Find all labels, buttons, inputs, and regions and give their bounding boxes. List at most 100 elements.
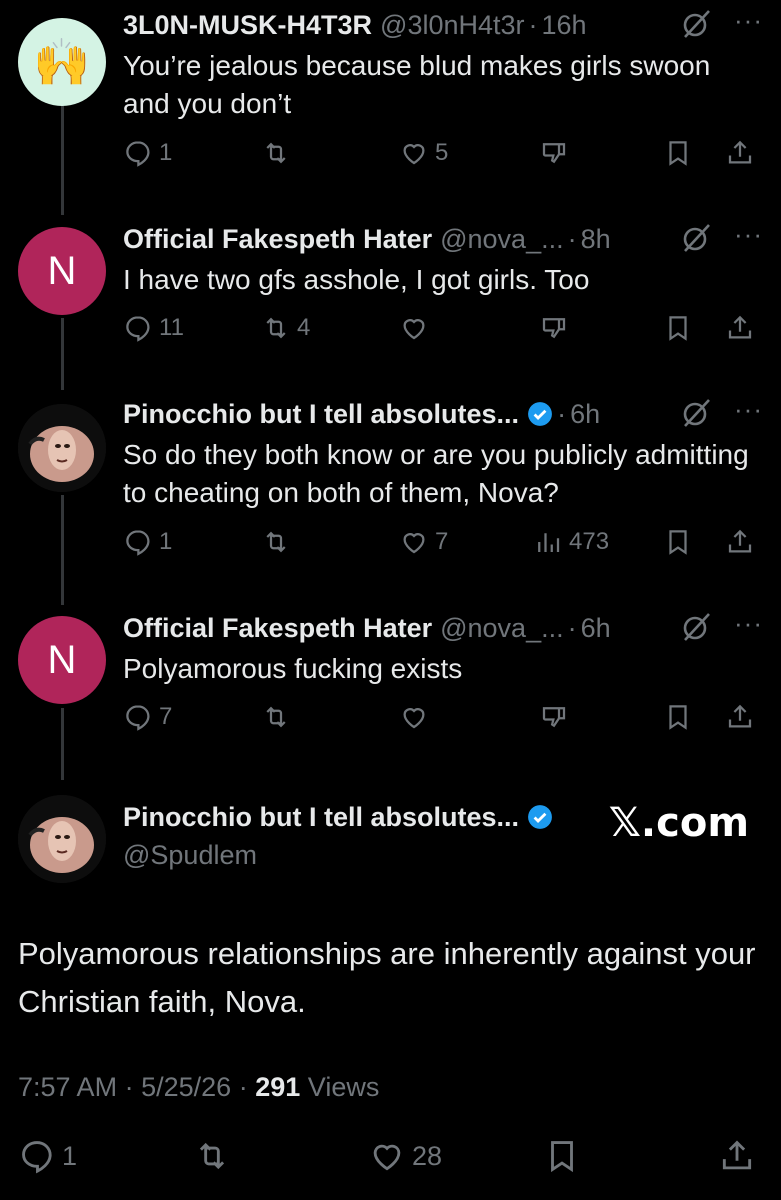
share-button[interactable] [725, 527, 755, 557]
repost-button[interactable] [261, 702, 291, 732]
thread-line [61, 318, 64, 390]
main-tweet-actions: 1 28 [18, 1137, 763, 1181]
dislike-button[interactable] [539, 138, 569, 168]
bookmark-button[interactable] [663, 138, 693, 168]
repost-button[interactable] [261, 138, 291, 168]
like-button[interactable] [399, 313, 429, 343]
timestamp[interactable]: 8h [581, 224, 611, 255]
avatar[interactable]: N [18, 616, 106, 704]
reply-icon [22, 1141, 52, 1174]
bookmark-button[interactable] [663, 702, 693, 732]
separator: · [528, 9, 538, 40]
repost-icon [266, 142, 286, 164]
share-icon [728, 140, 752, 164]
bookmark-icon [669, 141, 687, 166]
bookmark-icon [669, 316, 687, 341]
reply-button[interactable]: 1 [123, 138, 172, 168]
display-name[interactable]: Pinocchio but I tell absolutes... [123, 399, 519, 430]
post-time[interactable]: 7:57 AM [18, 1072, 117, 1102]
bookmark-button[interactable] [543, 1137, 581, 1175]
separator: · [557, 398, 567, 429]
views-button[interactable]: 473 [533, 527, 609, 557]
repost-button[interactable]: 4 [261, 313, 310, 343]
display-name[interactable]: Official Fakespeth Hater [123, 224, 432, 255]
reply-count: 1 [62, 1140, 78, 1171]
like-count: 7 [435, 528, 449, 555]
grok-icon[interactable] [679, 610, 713, 644]
like-count: 28 [412, 1140, 443, 1171]
dislike-button[interactable] [539, 313, 569, 343]
user-handle[interactable]: @nova_... [440, 224, 563, 255]
more-options-icon[interactable]: ··· [734, 394, 763, 425]
repost-button[interactable] [261, 527, 291, 557]
views-label: Views [307, 1072, 380, 1102]
grok-icon[interactable] [679, 221, 713, 255]
reply-icon [126, 705, 150, 731]
reply-count: 7 [159, 703, 173, 730]
timestamp[interactable]: 16h [542, 10, 587, 41]
bookmark-button[interactable] [663, 313, 693, 343]
reply-count: 11 [159, 314, 184, 341]
avatar[interactable]: 🙌 [18, 18, 106, 106]
timestamp[interactable]: 6h [570, 399, 600, 430]
timestamp[interactable]: 6h [581, 613, 611, 644]
more-options-icon[interactable]: ··· [734, 5, 763, 36]
avatar[interactable] [18, 795, 106, 883]
avatar[interactable]: N [18, 227, 106, 315]
tweet-text: You’re jealous because blud makes girls … [123, 50, 711, 119]
display-name[interactable]: 3L0N-MUSK-H4T3R [123, 10, 372, 41]
user-handle[interactable]: @nova_... [440, 613, 563, 644]
like-button[interactable]: 28 [368, 1137, 442, 1175]
tweet-header: Official Fakespeth Hater @nova_... · 6h [123, 608, 611, 648]
reply-button[interactable]: 1 [123, 527, 172, 557]
tweet-header: Pinocchio but I tell absolutes... [123, 797, 553, 837]
repost-icon [266, 317, 286, 339]
share-icon [728, 315, 752, 339]
grok-icon[interactable] [679, 396, 713, 430]
like-button[interactable]: 5 [399, 138, 448, 168]
tweet-actions: 11 4 [123, 313, 763, 353]
reply-button[interactable]: 7 [123, 702, 172, 732]
share-button[interactable] [725, 702, 755, 732]
tweet-actions: 7 [123, 702, 763, 742]
main-tweet-text: Polyamorous relationships are inherently… [18, 936, 756, 1019]
like-button[interactable]: 7 [399, 527, 448, 557]
reply-button[interactable]: 1 [18, 1137, 77, 1175]
repost-count: 4 [297, 314, 311, 341]
grok-icon[interactable] [679, 7, 713, 41]
user-handle[interactable]: @3l0nH4t3r [380, 10, 524, 41]
more-options-icon[interactable]: ··· [734, 219, 763, 250]
share-icon [722, 1140, 752, 1170]
tweet-text: I have two gfs asshole, I got girls. Too [123, 264, 590, 295]
thumbs-down-icon [542, 707, 566, 728]
heart-icon [403, 708, 425, 729]
share-button[interactable] [725, 313, 755, 343]
display-name[interactable]: Official Fakespeth Hater [123, 613, 432, 644]
thread-line [61, 105, 64, 215]
tweet-header: Official Fakespeth Hater @nova_... · 8h [123, 219, 611, 259]
reply-button[interactable]: 11 [123, 313, 184, 343]
like-button[interactable] [399, 702, 429, 732]
post-date[interactable]: 5/25/26 [141, 1072, 231, 1102]
separator: · [567, 612, 577, 643]
display-name[interactable]: Pinocchio but I tell absolutes... [123, 802, 519, 833]
reply-count: 1 [159, 528, 173, 555]
share-button[interactable] [725, 138, 755, 168]
user-handle[interactable]: @Spudlem [123, 840, 257, 871]
more-options-icon[interactable]: ··· [734, 608, 763, 639]
bookmark-icon [551, 1141, 573, 1173]
thread-line [61, 495, 64, 605]
heart-icon [403, 533, 425, 554]
share-icon [728, 704, 752, 728]
separator: · [124, 1072, 134, 1102]
tweet-actions: 1 5 [123, 138, 763, 178]
avatar[interactable] [18, 404, 106, 492]
bookmark-button[interactable] [663, 527, 693, 557]
thumbs-down-icon [542, 143, 566, 164]
verified-badge-icon [528, 402, 552, 426]
repost-button[interactable] [193, 1137, 231, 1175]
thumbs-down-icon [542, 318, 566, 339]
share-button[interactable] [718, 1137, 756, 1175]
like-count: 5 [435, 139, 449, 166]
dislike-button[interactable] [539, 702, 569, 732]
